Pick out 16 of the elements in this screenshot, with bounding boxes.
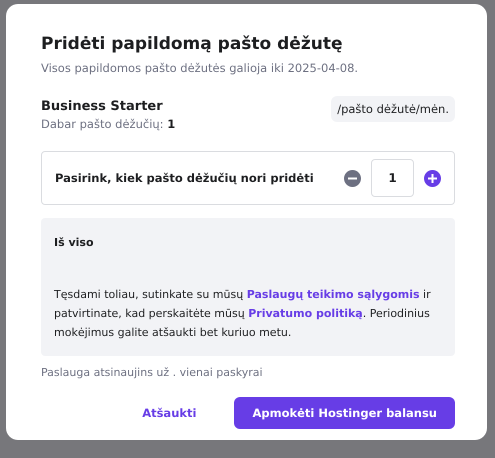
mailbox-count: Dabar pašto dėžučių: 1 (41, 117, 176, 131)
plus-button[interactable] (424, 170, 441, 186)
price-label: /pašto dėžutė/mėn. (331, 96, 455, 122)
pay-button[interactable]: Apmokėti Hostinger balansu (234, 397, 455, 429)
plan-name: Business Starter (41, 99, 164, 114)
summary-title: Iš viso (54, 236, 95, 249)
plus-icon (428, 174, 437, 182)
terms-link[interactable]: Paslaugų teikimo sąlygomis (246, 288, 420, 301)
quantity-field[interactable]: 1 (371, 159, 414, 197)
terms-link[interactable]: Privatumo politiką (248, 307, 363, 320)
terms-text: Tęsdami toliau, sutinkate su mūsų Paslaugų teikimo sąlygomis ir patvirtinate, kad perskaitėte mūsų Privatumo politiką. Periodinius mokėjimus galite atšaukti bet kuriuo metu. (54, 287, 432, 341)
dialog-subtitle: Visos papildomos pašto dėžutės galioja iki 2025-04-08. (41, 61, 360, 75)
renewal-note: Paslauga atsinaujins už . vienai paskyrai (41, 366, 264, 379)
quantity-label: Pasirink, kiek pašto dėžučių nori pridėti (55, 171, 314, 185)
dialog-title: Pridėti papildomą pašto dėžutę (41, 34, 344, 54)
cancel-button[interactable]: Atšaukti (134, 398, 204, 428)
